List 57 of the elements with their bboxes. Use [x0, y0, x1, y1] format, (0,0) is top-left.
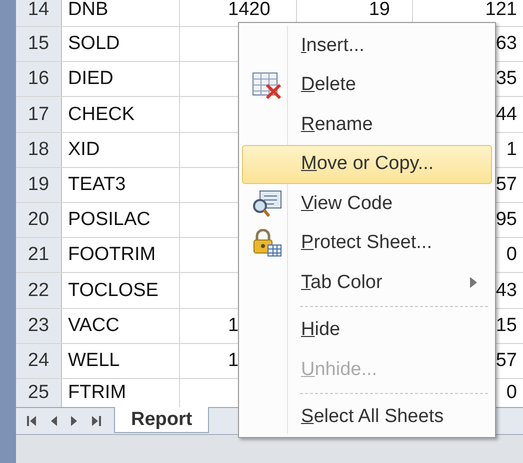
row-header[interactable]: 20: [16, 203, 62, 238]
table-cell: 0: [506, 382, 517, 404]
row-header[interactable]: 15: [16, 27, 62, 62]
lock-icon: [252, 229, 282, 258]
row-header[interactable]: 17: [16, 97, 62, 132]
table-cell: 1: [228, 314, 239, 337]
table-cell: 1420: [228, 0, 270, 20]
table-cell: WELL: [62, 344, 180, 378]
row-header[interactable]: 18: [16, 132, 62, 167]
table-cell: DNB: [62, 0, 180, 26]
row-header[interactable]: 21: [16, 238, 62, 272]
table-cell: VACC: [62, 308, 180, 343]
first-sheet-icon[interactable]: [26, 414, 38, 426]
table-cell: SOLD: [62, 27, 180, 62]
table-cell: 63: [496, 33, 517, 56]
table-cell: 1: [506, 138, 517, 161]
table-cell: 95: [496, 209, 517, 232]
table-cell: 1: [228, 350, 239, 372]
row-header[interactable]: 16: [16, 62, 62, 96]
last-sheet-icon[interactable]: [90, 414, 102, 426]
menu-item[interactable]: Tab Color: [242, 263, 492, 302]
delete-sheet-icon: [252, 71, 282, 100]
table-cell: 19: [368, 0, 390, 20]
table-cell: 15: [496, 314, 517, 337]
table-cell: 57: [496, 174, 517, 196]
menu-item[interactable]: Delete: [242, 66, 492, 105]
table-cell: 121: [485, 0, 517, 20]
table-cell: FOOTRIM: [62, 238, 180, 272]
row-header[interactable]: 24: [16, 344, 62, 378]
menu-item[interactable]: Select All Sheets: [242, 398, 492, 437]
magnifier-window-icon: [252, 190, 282, 218]
table-cell: 0: [506, 244, 517, 266]
menu-item[interactable]: Hide: [242, 310, 492, 350]
row-header[interactable]: 19: [16, 168, 62, 202]
previous-sheet-icon[interactable]: [50, 414, 58, 426]
menu-item[interactable]: View Code: [242, 184, 492, 224]
submenu-arrow-icon: [470, 277, 477, 288]
menu-item[interactable]: Move or Copy...: [242, 144, 492, 184]
table-cell: POSILAC: [62, 203, 180, 238]
table-cell: 44: [496, 104, 517, 126]
table-cell: XID: [62, 132, 180, 167]
table-cell: TOCLOSE: [62, 273, 180, 308]
row-header[interactable]: 22: [16, 273, 62, 308]
table-cell: CHECK: [62, 97, 180, 132]
menu-item[interactable]: Protect Sheet...: [242, 224, 492, 263]
sheet-tab[interactable]: Report: [114, 407, 210, 433]
row-header[interactable]: 14: [16, 0, 62, 26]
table-cell: TEAT3: [62, 168, 180, 202]
row-header[interactable]: 23: [16, 308, 62, 343]
menu-item[interactable]: Insert...: [242, 26, 492, 66]
table-cell: DIED: [62, 62, 180, 96]
table-cell: 57: [496, 350, 517, 372]
menu-item[interactable]: Rename: [242, 105, 492, 144]
row-header[interactable]: 25: [16, 379, 62, 407]
table-cell: 35: [496, 68, 517, 90]
table-cell: 43: [496, 280, 517, 302]
next-sheet-icon[interactable]: [70, 414, 78, 426]
